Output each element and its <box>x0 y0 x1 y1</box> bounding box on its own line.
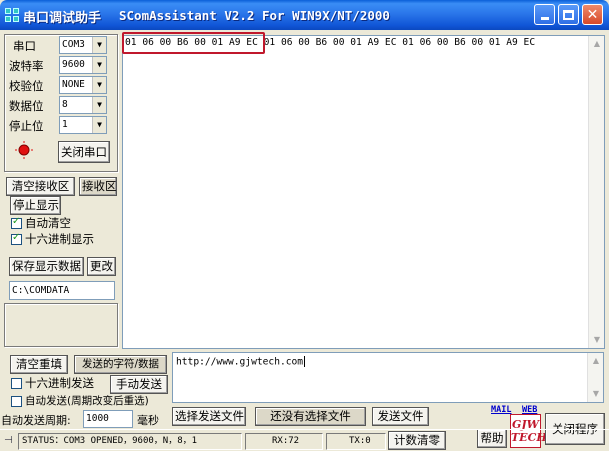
serial-assistant-window: 串口调试助手 SComAssistant V2.2 For WIN9X/NT/2… <box>0 0 609 451</box>
parity-select[interactable]: NONE ▼ <box>59 76 107 94</box>
receive-scrollbar[interactable]: ▲ ▼ <box>588 36 604 348</box>
auto-clear-checkbox[interactable] <box>11 216 22 229</box>
mail-link[interactable]: MAIL <box>491 405 511 415</box>
chevron-down-icon: ▼ <box>92 77 106 93</box>
status-bar: ⊣ STATUS：COM3 OPENED，9600，N，8，1 RX:72 TX… <box>0 429 609 451</box>
save-path-field[interactable]: C:\COMDATA <box>9 281 115 300</box>
change-path-button[interactable]: 更改 <box>87 257 116 276</box>
window-title-en: SComAssistant V2.2 For WIN9X/NT/2000 <box>119 8 390 23</box>
period-input[interactable]: 1000 <box>83 410 133 428</box>
port-select-value: COM3 <box>62 39 85 50</box>
auto-send-checkbox[interactable] <box>11 396 22 407</box>
rx-counter: RX:72 <box>245 433 323 450</box>
period-unit: 毫秒 <box>137 414 159 427</box>
period-label: 自动发送周期: <box>1 414 71 427</box>
close-icon: ✕ <box>586 6 599 23</box>
status-text: STATUS：COM3 OPENED，9600，N，8，1 <box>18 433 242 450</box>
highlight-box <box>122 32 265 54</box>
minimize-icon <box>540 17 549 20</box>
port-select[interactable]: COM3 ▼ <box>59 36 107 54</box>
manual-send-button[interactable]: 手动发送 <box>110 375 168 394</box>
clear-receive-button[interactable]: 清空接收区 <box>6 177 75 196</box>
hex-send-label: 十六进制发送 <box>25 376 94 390</box>
save-display-button[interactable]: 保存显示数据 <box>9 257 84 276</box>
stopbits-select[interactable]: 1 ▼ <box>59 116 107 134</box>
send-area-label: 发送的字符/数据 <box>74 355 167 374</box>
databits-select[interactable]: 8 ▼ <box>59 96 107 114</box>
maximize-button[interactable] <box>558 4 579 25</box>
reset-counter-button[interactable]: 计数清零 <box>388 431 446 450</box>
scroll-down-icon[interactable]: ▼ <box>591 334 603 346</box>
choose-file-button[interactable]: 选择发送文件 <box>172 407 246 426</box>
status-grip-icon: ⊣ <box>4 435 13 446</box>
scroll-up-icon[interactable]: ▲ <box>591 38 603 50</box>
auto-clear-label: 自动清空 <box>25 216 71 230</box>
app-icon <box>5 8 19 22</box>
scroll-up-icon[interactable]: ▲ <box>590 355 602 367</box>
chevron-down-icon: ▼ <box>92 57 106 73</box>
send-content: http://www.gjwtech.com <box>176 356 306 368</box>
receive-textarea[interactable]: 01 06 00 B6 00 01 A9 EC 01 06 00 B6 00 0… <box>122 35 605 349</box>
hex-display-label: 十六进制显示 <box>25 232 94 246</box>
send-textarea[interactable]: http://www.gjwtech.com ▲ ▼ <box>172 352 604 403</box>
close-port-button[interactable]: 关闭串口 <box>58 141 110 163</box>
databits-select-value: 8 <box>62 99 68 110</box>
period-value: 1000 <box>86 413 109 424</box>
baud-label: 波特率 <box>9 59 44 73</box>
minimize-button[interactable] <box>534 4 555 25</box>
receive-options-panel <box>4 303 118 347</box>
parity-select-value: NONE <box>62 79 85 90</box>
parity-label: 校验位 <box>9 79 44 93</box>
port-status-led-icon <box>15 141 33 159</box>
receive-area-label: 接收区 <box>79 177 117 196</box>
baud-select[interactable]: 9600 ▼ <box>59 56 107 74</box>
clear-send-button[interactable]: 清空重填 <box>10 355 68 374</box>
port-label: 串口 <box>13 39 36 53</box>
send-file-button[interactable]: 发送文件 <box>372 407 429 426</box>
maximize-icon <box>563 9 574 20</box>
hex-send-checkbox[interactable] <box>11 378 22 389</box>
tx-counter: TX:0 <box>326 433 386 450</box>
close-button[interactable]: ✕ <box>582 4 603 25</box>
chevron-down-icon: ▼ <box>92 117 106 133</box>
baud-select-value: 9600 <box>62 59 85 70</box>
file-status-label: 还没有选择文件 <box>255 407 366 426</box>
stop-display-button[interactable]: 停止显示 <box>10 196 61 215</box>
chevron-down-icon: ▼ <box>92 37 106 53</box>
chevron-down-icon: ▼ <box>92 97 106 113</box>
send-scrollbar[interactable]: ▲ ▼ <box>587 353 603 402</box>
scroll-down-icon[interactable]: ▼ <box>590 388 602 400</box>
window-title-cn: 串口调试助手 <box>23 11 102 26</box>
databits-label: 数据位 <box>9 99 44 113</box>
title-bar[interactable]: 串口调试助手 SComAssistant V2.2 For WIN9X/NT/2… <box>0 0 609 30</box>
hex-display-checkbox[interactable] <box>11 232 22 245</box>
stopbits-label: 停止位 <box>9 119 44 133</box>
auto-send-label: 自动发送(周期改变后重选) <box>25 395 149 407</box>
stopbits-select-value: 1 <box>62 119 68 130</box>
